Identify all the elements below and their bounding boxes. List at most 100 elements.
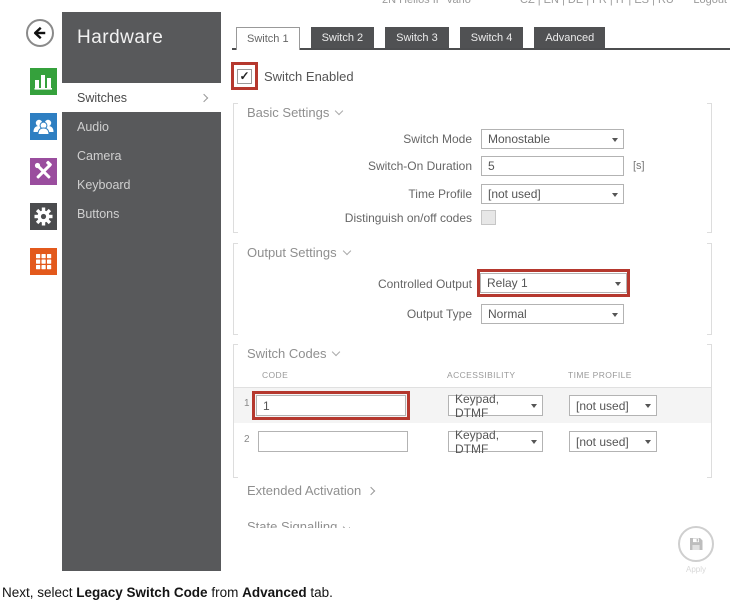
extended-activation-toggle[interactable]: Extended Activation [247,483,376,498]
chevron-down-icon [332,347,341,357]
section-title-label: Basic Settings [247,105,330,120]
select-value: Relay 1 [487,276,528,290]
field-label: Switch Mode [403,132,472,146]
back-button[interactable] [26,19,54,47]
sidebar-menu: Switches Audio Camera Keyboard Buttons [62,83,221,228]
chevron-down-icon [335,106,344,116]
sidebar-item-audio[interactable]: Audio [62,112,221,141]
code-input-2[interactable] [258,431,408,452]
section-title-label: Extended Activation [247,483,362,498]
sidebar-item-keyboard[interactable]: Keyboard [62,170,221,199]
section-title-label: State Signalling [247,519,338,528]
chevron-right-icon [199,93,209,102]
sidebar-item-camera[interactable]: Camera [62,141,221,170]
tab-switch-4[interactable]: Switch 4 [459,27,524,48]
services-section-button[interactable] [30,158,57,185]
tab-advanced[interactable]: Advanced [534,27,606,48]
switch-on-duration-input[interactable] [481,156,624,176]
select-value: Monostable [488,132,551,146]
output-type-select[interactable]: Normal [481,304,624,324]
tab-switch-3[interactable]: Switch 3 [385,27,449,48]
select-value: [not used] [488,187,541,201]
code-input-1[interactable] [256,395,406,416]
switch-mode-select[interactable]: Monostable [481,129,624,149]
sidebar-panel: Hardware Switches Audio Camera Keyboard … [62,12,221,571]
section-title-label: Output Settings [247,245,337,260]
caption-part: tab. [306,585,333,600]
state-signalling-clipped: State Signalling [247,519,351,528]
language-switcher[interactable]: CZ | EN | DE | FR | IT | ES | RU [520,0,674,7]
caption-part-bold: Legacy Switch Code [76,585,208,600]
field-label: Time Profile [408,187,472,201]
sidebar-item-label: Buttons [77,206,120,221]
output-settings-section: Output Settings Controlled Output Relay … [233,243,712,335]
accessibility-select-1[interactable]: Keypad, DTMF [448,392,543,420]
status-section-button[interactable] [30,68,57,95]
code-field[interactable] [258,431,408,452]
field-label: Switch-On Duration [367,159,472,173]
apply-button[interactable] [678,526,714,562]
chevron-down-icon [343,522,351,528]
highlight-box-code-1 [252,391,410,420]
sidebar-item-label: Keyboard [77,177,131,192]
switch-codes-section: Switch Codes CODE ACCESSIBILITY TIME PRO… [233,344,712,478]
section-title[interactable]: Basic Settings [247,105,344,120]
time-profile-select-1[interactable]: [not used] [569,395,657,416]
row-index: 1 [244,398,250,409]
column-header-accessibility: ACCESSIBILITY [447,370,516,380]
apply-button-label: Apply [685,565,706,574]
arrow-left-icon [33,26,46,40]
dropdown-arrow-icon [531,440,537,444]
time-profile-select[interactable]: [not used] [481,184,624,204]
field-label: Controlled Output [377,277,472,291]
sidebar-item-label: Audio [77,119,109,134]
section-bracket [707,103,712,233]
duration-unit-suffix: [s] [633,160,645,172]
switch-enabled-label: Switch Enabled [264,69,354,84]
time-profile-select-2[interactable]: [not used] [569,431,657,452]
switch-on-duration-field[interactable] [481,156,624,176]
switch-enabled-checkbox[interactable]: ✓ [237,68,252,84]
save-disk-icon [690,538,703,550]
column-header-time-profile: TIME PROFILE [568,370,632,380]
accessibility-select-2[interactable]: Keypad, DTMF [448,428,543,456]
device-name: 2N Helios IP Vario [382,0,471,6]
directory-section-button[interactable] [30,113,57,140]
controlled-output-select[interactable]: Relay 1 [480,273,627,293]
code-table-row: 1 Keypad, DTMF [not used] [234,387,711,423]
distinguish-codes-checkbox[interactable] [481,210,496,225]
column-header-code: CODE [262,370,289,380]
tools-icon [34,160,52,179]
tab-switch-1[interactable]: Switch 1 [236,27,300,50]
select-value: Keypad, DTMF [455,427,500,456]
basic-settings-section: Basic Settings Switch Mode Monostable Sw… [233,103,712,233]
select-value: [not used] [576,398,629,413]
dropdown-arrow-icon [612,138,618,142]
tab-switch-2[interactable]: Switch 2 [310,27,375,48]
gear-icon [34,207,53,226]
section-title[interactable]: Output Settings [247,245,351,260]
section-bracket [707,243,712,335]
dropdown-arrow-icon [615,282,621,286]
top-header-clipped: 2N Helios IP Vario CZ | EN | DE | FR | I… [232,0,730,8]
hardware-section-button[interactable] [30,203,57,230]
section-title[interactable]: Switch Codes [247,346,341,361]
section-title-label: Switch Codes [247,346,327,361]
code-field[interactable] [256,395,406,416]
caption-part: from [207,585,243,600]
grid-icon [36,254,52,270]
row-index: 2 [244,434,250,445]
sidebar-item-buttons[interactable]: Buttons [62,199,221,228]
logout-link[interactable]: Logout [693,0,727,7]
select-value: [not used] [576,434,629,449]
system-section-button[interactable] [30,248,57,275]
caption-part-bold: Advanced [242,585,307,600]
sidebar-item-label: Switches [77,90,128,105]
caption-part: Next, select [2,585,77,600]
state-signalling-toggle[interactable]: State Signalling [247,519,351,528]
chevron-down-icon [342,246,351,256]
users-icon [33,119,54,135]
chevron-right-icon [366,486,376,495]
dropdown-arrow-icon [645,440,651,444]
sidebar-item-switches[interactable]: Switches [62,83,221,112]
